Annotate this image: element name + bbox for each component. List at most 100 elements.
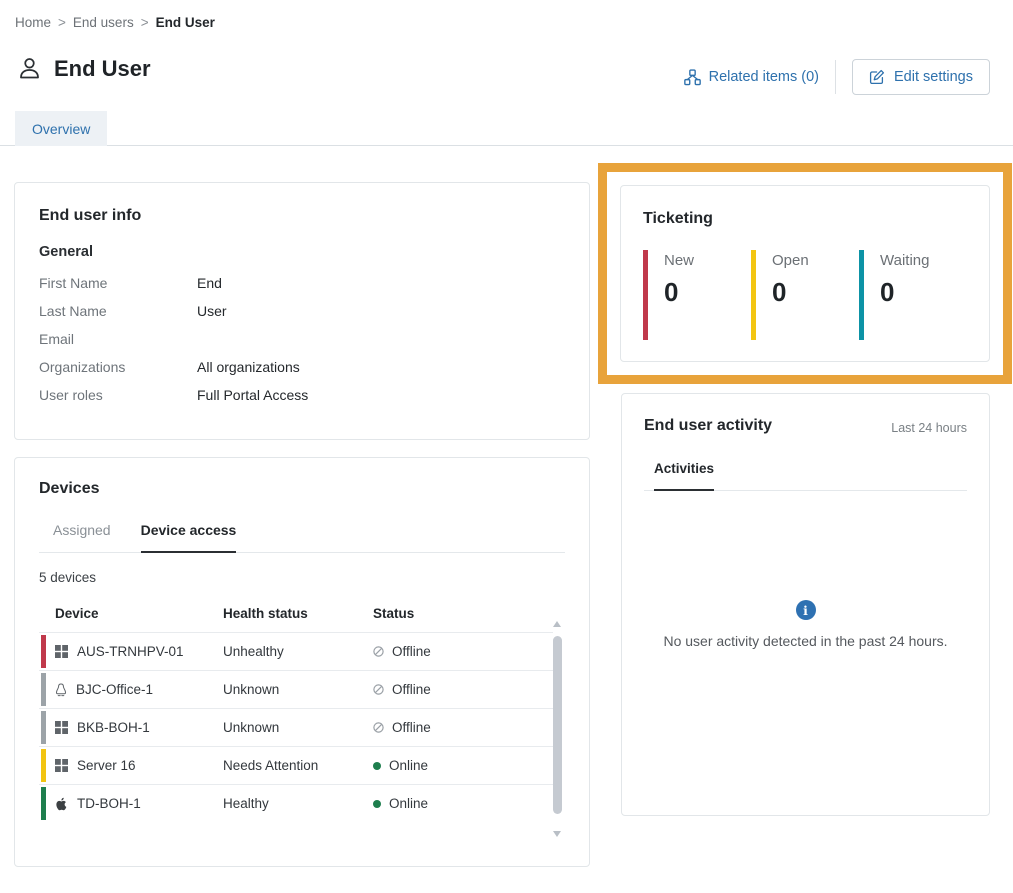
health-color-bar bbox=[41, 711, 46, 744]
end-user-info-fields: First Name End Last Name User Email Orga… bbox=[39, 269, 565, 409]
breadcrumb-separator: > bbox=[58, 15, 66, 30]
tab-activities[interactable]: Activities bbox=[654, 461, 714, 491]
device-health: Unknown bbox=[223, 720, 373, 735]
windows-icon bbox=[55, 645, 68, 658]
field-email: Email bbox=[39, 325, 565, 353]
edit-settings-label: Edit settings bbox=[894, 69, 973, 85]
field-last-name: Last Name User bbox=[39, 297, 565, 325]
devices-title: Devices bbox=[39, 480, 565, 498]
header-divider bbox=[835, 60, 836, 94]
devices-tabs: Assigned Device access bbox=[39, 522, 565, 553]
stat-value: 0 bbox=[772, 277, 809, 308]
table-row[interactable]: Server 16 Needs Attention Online bbox=[39, 746, 553, 784]
table-row[interactable]: BJC-Office-1 Unknown Offline bbox=[39, 670, 553, 708]
col-device: Device bbox=[39, 606, 223, 621]
activity-tabs: Activities bbox=[644, 460, 967, 491]
activity-header: End user activity Last 24 hours bbox=[644, 417, 967, 435]
device-status: Offline bbox=[392, 720, 431, 735]
table-row[interactable]: TD-BOH-1 Healthy Online bbox=[39, 784, 553, 822]
device-health: Needs Attention bbox=[223, 758, 373, 773]
field-user-roles: User roles Full Portal Access bbox=[39, 381, 565, 409]
device-health: Unknown bbox=[223, 682, 373, 697]
apple-icon bbox=[55, 797, 68, 811]
device-status: Offline bbox=[392, 644, 431, 659]
devices-table-header: Device Health status Status bbox=[39, 597, 553, 632]
stat-value: 0 bbox=[880, 277, 929, 308]
field-value: All organizations bbox=[197, 353, 565, 381]
field-label: User roles bbox=[39, 381, 197, 409]
devices-card: Devices Assigned Device access 5 devices… bbox=[14, 457, 590, 867]
field-value: End bbox=[197, 269, 565, 297]
ticketing-highlight-annotation: Ticketing New 0 Open 0 bbox=[598, 163, 1012, 384]
device-count: 5 devices bbox=[39, 570, 565, 585]
activity-empty-message: No user activity detected in the past 24… bbox=[663, 633, 947, 649]
col-health-status: Health status bbox=[223, 606, 373, 621]
end-user-activity-card: End user activity Last 24 hours Activiti… bbox=[621, 393, 990, 816]
health-color-bar bbox=[41, 635, 46, 668]
stat-waiting[interactable]: Waiting 0 bbox=[859, 250, 967, 340]
header-actions: Related items (0) Edit settings bbox=[684, 59, 990, 95]
tab-overview[interactable]: Overview bbox=[15, 111, 107, 146]
tab-device-access[interactable]: Device access bbox=[141, 522, 237, 553]
ticketing-card: Ticketing New 0 Open 0 bbox=[620, 185, 990, 362]
stat-label: Waiting bbox=[880, 252, 929, 269]
field-first-name: First Name End bbox=[39, 269, 565, 297]
table-row[interactable]: BKB-BOH-1 Unknown Offline bbox=[39, 708, 553, 746]
edit-pencil-icon bbox=[869, 69, 885, 85]
col-status: Status bbox=[373, 606, 553, 621]
online-icon bbox=[373, 762, 381, 770]
device-name: BKB-BOH-1 bbox=[77, 720, 150, 735]
windows-icon bbox=[55, 759, 68, 772]
table-row[interactable]: AUS-TRNHPV-01 Unhealthy Offline bbox=[39, 632, 553, 670]
end-user-info-title: End user info bbox=[39, 207, 565, 225]
scrollbar-thumb[interactable] bbox=[553, 636, 562, 814]
device-status: Online bbox=[389, 758, 428, 773]
related-items-label: Related items (0) bbox=[709, 69, 819, 85]
ticketing-stats: New 0 Open 0 Waiting bbox=[643, 250, 967, 340]
field-label: Organizations bbox=[39, 353, 197, 381]
device-health: Healthy bbox=[223, 796, 373, 811]
stat-label: New bbox=[664, 252, 694, 269]
health-color-bar bbox=[41, 749, 46, 782]
devices-table: Device Health status Status AUS-TRNHPV-0… bbox=[39, 597, 553, 822]
device-health: Unhealthy bbox=[223, 644, 373, 659]
health-color-bar bbox=[41, 787, 46, 820]
stat-label: Open bbox=[772, 252, 809, 269]
linux-icon bbox=[55, 683, 67, 697]
device-status: Online bbox=[389, 796, 428, 811]
tab-assigned[interactable]: Assigned bbox=[53, 522, 111, 552]
general-section-title: General bbox=[39, 244, 565, 260]
right-column: Ticketing New 0 Open 0 bbox=[621, 163, 990, 816]
device-status: Offline bbox=[392, 682, 431, 697]
activity-title: End user activity bbox=[644, 417, 772, 435]
info-icon: i bbox=[796, 600, 816, 620]
breadcrumb-separator: > bbox=[141, 15, 149, 30]
device-name: Server 16 bbox=[77, 758, 136, 773]
user-icon bbox=[16, 55, 43, 82]
offline-icon bbox=[373, 684, 384, 695]
left-column: End user info General First Name End Las… bbox=[14, 182, 590, 867]
health-color-bar bbox=[41, 673, 46, 706]
page-tabbar: Overview bbox=[0, 111, 1013, 146]
edit-settings-button[interactable]: Edit settings bbox=[852, 59, 990, 95]
end-user-page: Home > End users > End User End User bbox=[0, 0, 1013, 893]
stat-value: 0 bbox=[664, 277, 694, 308]
related-items-link[interactable]: Related items (0) bbox=[684, 69, 819, 86]
device-name: BJC-Office-1 bbox=[76, 682, 153, 697]
page-title: End User bbox=[54, 56, 151, 82]
breadcrumb-home[interactable]: Home bbox=[15, 15, 51, 30]
field-organizations: Organizations All organizations bbox=[39, 353, 565, 381]
related-items-icon bbox=[684, 69, 701, 86]
breadcrumb: Home > End users > End User bbox=[15, 15, 215, 30]
activity-range-label: Last 24 hours bbox=[891, 421, 967, 435]
stat-open[interactable]: Open 0 bbox=[751, 250, 859, 340]
offline-icon bbox=[373, 646, 384, 657]
offline-icon bbox=[373, 722, 384, 733]
breadcrumb-end-users[interactable]: End users bbox=[73, 15, 134, 30]
windows-icon bbox=[55, 721, 68, 734]
stat-new[interactable]: New 0 bbox=[643, 250, 751, 340]
activity-empty-state: i No user activity detected in the past … bbox=[644, 491, 967, 792]
scroll-up-arrow-icon[interactable] bbox=[553, 621, 561, 627]
ticketing-title: Ticketing bbox=[643, 210, 967, 228]
scroll-down-arrow-icon[interactable] bbox=[553, 831, 561, 837]
